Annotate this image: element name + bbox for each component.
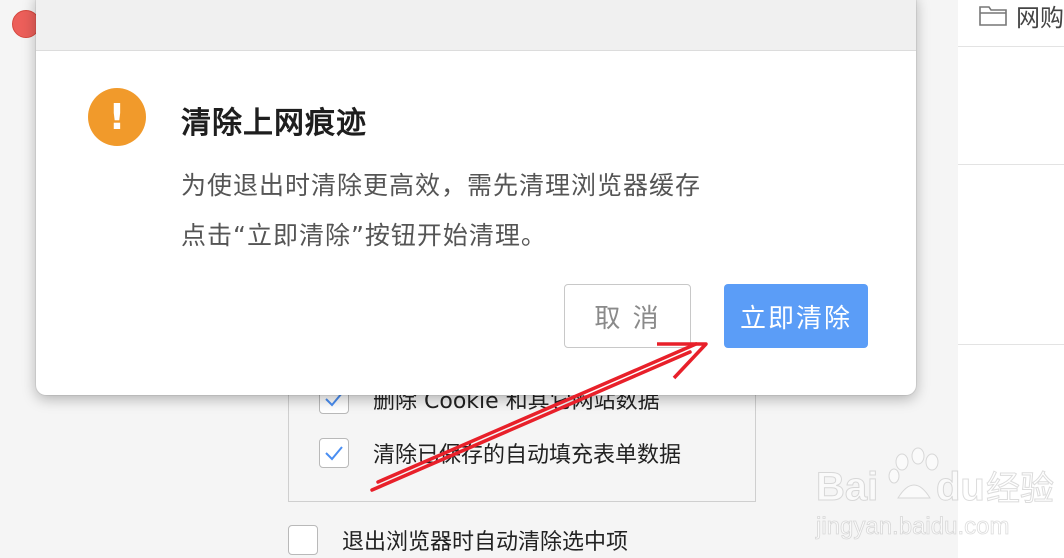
baidu-watermark-logo: Bai du 经验 jingyan.baidu.com [815, 447, 1055, 540]
svg-text:经验: 经验 [986, 469, 1054, 509]
cancel-button[interactable]: 取 消 [564, 284, 691, 348]
dialog-message-line-1: 为使退出时清除更高效，需先清理浏览器缓存 [181, 171, 702, 200]
panel-divider [958, 46, 1064, 47]
dialog-title: 清除上网痕迹 [181, 106, 367, 141]
option-label: 清除已保存的自动填充表单数据 [373, 443, 682, 468]
panel-divider [958, 164, 1064, 165]
dialog-titlebar [36, 0, 916, 51]
autofill-checkbox[interactable] [319, 438, 349, 468]
dialog-message-line-2: 点击“立即清除”按钮开始清理。 [181, 221, 547, 250]
option-row-autofill[interactable]: 清除已保存的自动填充表单数据 [319, 437, 681, 469]
clear-history-dialog: ! 清除上网痕迹 为使退出时清除更高效，需先清理浏览器缓存 点击“立即清除”按钮… [36, 0, 916, 395]
clear-now-button[interactable]: 立即清除 [724, 284, 868, 348]
auto-clear-row[interactable]: 退出浏览器时自动清除选中项 [288, 524, 628, 556]
warning-icon: ! [88, 88, 146, 146]
bookmark-folder-item[interactable]: 网购 [978, 0, 1064, 32]
auto-clear-checkbox[interactable] [288, 525, 318, 555]
svg-text:du: du [936, 465, 985, 509]
folder-label: 网购 [1016, 3, 1064, 32]
folder-icon [978, 3, 1008, 27]
checkmark-icon [325, 446, 343, 461]
panel-divider [958, 344, 1064, 345]
svg-text:jingyan.baidu.com: jingyan.baidu.com [815, 513, 1009, 540]
auto-clear-label: 退出浏览器时自动清除选中项 [342, 530, 629, 555]
svg-text:Bai: Bai [816, 465, 878, 509]
